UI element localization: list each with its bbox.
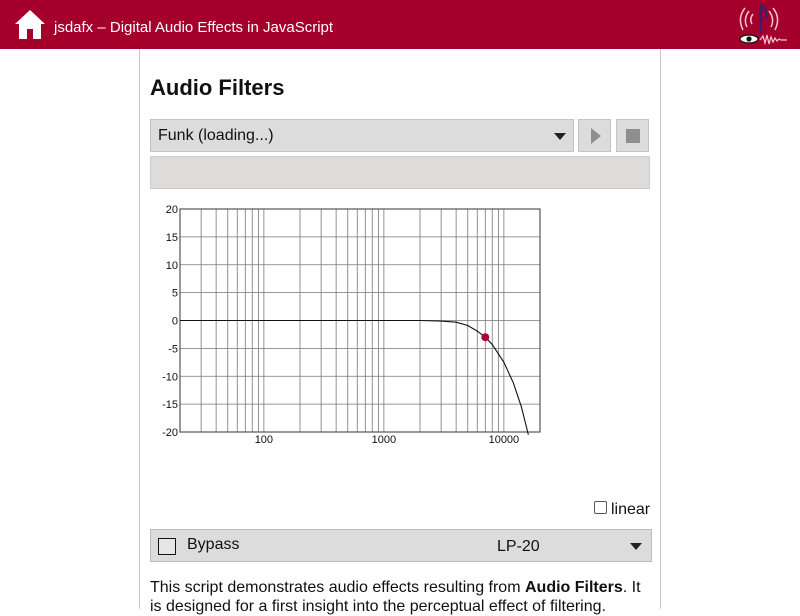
bypass-label: Bypass — [187, 536, 240, 553]
y-tick-label: -5 — [168, 343, 178, 355]
filter-type-select[interactable]: LP-20 — [489, 530, 651, 561]
y-tick-label: 15 — [166, 232, 178, 244]
sound-select-value: Funk (loading...) — [158, 127, 274, 144]
y-tick-label: 10 — [166, 260, 178, 272]
y-tick-label: 5 — [172, 288, 178, 300]
chevron-down-icon — [554, 133, 566, 140]
filter-type-value: LP-20 — [497, 538, 540, 555]
sound-select[interactable]: Funk (loading...) — [150, 119, 574, 152]
play-icon — [591, 128, 601, 144]
header-bar: jsdafx – Digital Audio Effects in JavaSc… — [0, 0, 800, 49]
cutoff-marker — [481, 333, 490, 342]
x-tick-label: 1000 — [372, 434, 396, 446]
x-tick-label: 10000 — [489, 434, 520, 446]
linear-checkbox[interactable] — [594, 501, 607, 514]
playback-progress-bar[interactable] — [150, 156, 650, 189]
description-text: This script demonstrates audio effects r… — [150, 578, 650, 616]
y-tick-label: -10 — [162, 371, 178, 383]
play-button[interactable] — [578, 119, 611, 152]
response-curve — [180, 319, 529, 435]
stop-icon — [626, 129, 640, 143]
description-strong: Audio Filters — [524, 579, 623, 596]
site-title[interactable]: jsdafx – Digital Audio Effects in JavaSc… — [54, 19, 333, 36]
y-tick-label: 20 — [166, 204, 178, 216]
x-tick-label: 100 — [255, 434, 273, 446]
y-tick-label: 0 — [172, 316, 178, 328]
filter-bar: Bypass LP-20 — [150, 529, 652, 562]
bypass-checkbox[interactable] — [158, 538, 176, 555]
description-prefix: This script demonstrates audio effects r… — [150, 579, 525, 596]
y-tick-label: -15 — [162, 399, 178, 411]
jsdafx-logo[interactable] — [735, 2, 790, 46]
frequency-response-chart[interactable]: 20 15 10 5 0 -5 -10 -15 -20 100 1000 10000 — [150, 196, 550, 452]
y-tick-label: -20 — [162, 427, 178, 439]
chevron-down-icon — [630, 543, 642, 550]
linear-label: linear — [611, 501, 651, 518]
home-icon[interactable] — [14, 9, 46, 40]
page-title: Audio Filters — [150, 75, 285, 100]
stop-button[interactable] — [616, 119, 649, 152]
